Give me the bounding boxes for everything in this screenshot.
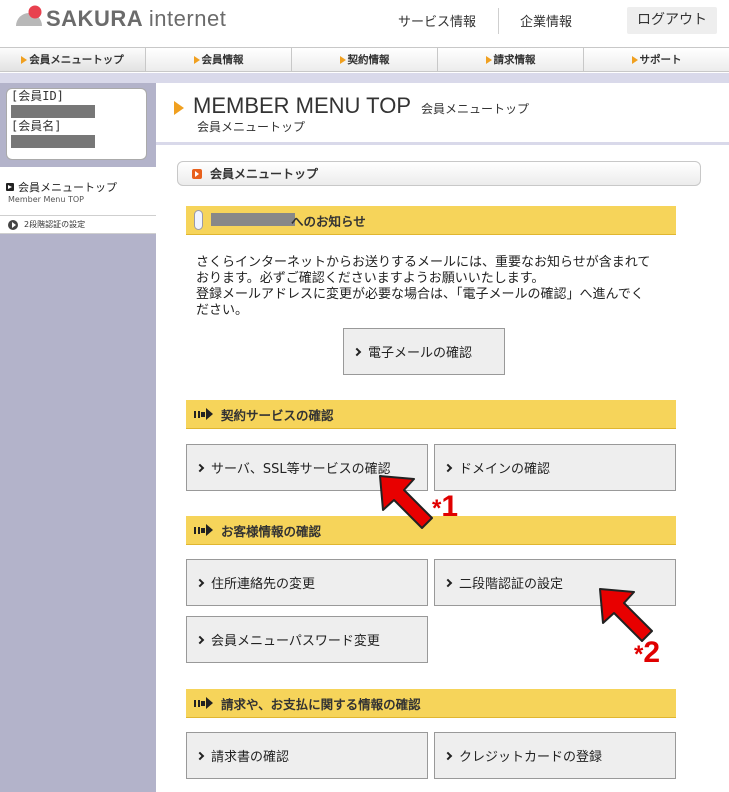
chevron-right-icon: [195, 578, 205, 587]
member-id-label: [会員ID]: [11, 89, 64, 103]
address-change-button[interactable]: 住所連絡先の変更: [186, 559, 428, 606]
password-change-button[interactable]: 会員メニューパスワード変更: [186, 616, 428, 663]
email-confirm-button[interactable]: 電子メールの確認: [343, 328, 505, 375]
arrow-right-icon: [194, 524, 213, 536]
chevron-right-icon: [195, 635, 205, 644]
notice-header: へのお知らせ: [186, 206, 676, 235]
billing-section-header: 請求や、お支払に関する情報の確認: [186, 689, 676, 718]
nav-support[interactable]: サポート: [584, 48, 729, 71]
arrow-right-icon: [194, 697, 213, 709]
chevron-right-icon: [443, 751, 453, 760]
sidebar-menu: 会員メニュートップ Member Menu TOP: [0, 167, 156, 217]
chevron-right-icon: [195, 751, 205, 760]
section-header: 会員メニュートップ: [177, 161, 701, 186]
orange-arrow-icon: [192, 168, 202, 179]
service-info-link[interactable]: サービス情報: [398, 11, 476, 30]
domain-confirm-button[interactable]: ドメインの確認: [434, 444, 676, 491]
credit-card-register-button[interactable]: クレジットカードの登録: [434, 732, 676, 779]
nav-band: [0, 73, 729, 83]
redacted-member-id: [11, 105, 95, 118]
sidebar-item-sub-label: Member Menu TOP: [8, 195, 84, 204]
annotation-arrow-1: [379, 475, 433, 529]
invoice-confirm-button[interactable]: 請求書の確認: [186, 732, 428, 779]
sidebar-item-two-factor[interactable]: 2段階認証の設定: [0, 215, 156, 234]
brand-logo[interactable]: SAKURA internet: [46, 6, 226, 32]
nav-billing-info[interactable]: 請求情報: [438, 48, 584, 71]
title-triangle-icon: [174, 101, 184, 115]
triangle-icon: [193, 55, 200, 64]
global-nav: 会員メニュートップ 会員情報 契約情報 請求情報 サポート: [0, 47, 729, 72]
sakura-logo-icon: [16, 5, 42, 26]
nav-member-info[interactable]: 会員情報: [146, 48, 292, 71]
chevron-right-icon: [352, 347, 362, 356]
info-icon: [194, 210, 203, 230]
logout-button[interactable]: ログアウト: [627, 7, 717, 34]
member-info-box: [会員ID] [会員名]: [6, 88, 147, 160]
redacted-member-name: [11, 135, 95, 148]
sidebar: [会員ID] [会員名] 会員メニュートップ Member Menu TOP 2…: [0, 83, 156, 792]
page-subtitle: 会員メニュートップ: [197, 120, 306, 134]
triangle-icon: [631, 55, 638, 64]
circle-arrow-icon: [8, 219, 18, 230]
sidebar-item-member-top[interactable]: 会員メニュートップ Member Menu TOP: [0, 167, 156, 204]
contract-section-header: 契約サービスの確認: [186, 400, 676, 429]
page-title: MEMBER MENU TOP: [193, 93, 411, 118]
triangle-icon: [21, 55, 28, 64]
member-name-label: [会員名]: [11, 119, 62, 133]
arrow-right-icon: [194, 408, 213, 420]
page-title-jp: 会員メニュートップ: [421, 102, 530, 116]
annotation-label-2: *2: [634, 636, 661, 669]
annotation-label-1: *1: [432, 490, 459, 523]
redacted-name: [211, 212, 295, 226]
chevron-right-icon: [195, 463, 205, 472]
chevron-right-icon: [443, 463, 453, 472]
triangle-icon: [485, 55, 492, 64]
company-info-link[interactable]: 企業情報: [520, 11, 572, 30]
header-separator: [498, 8, 499, 34]
triangle-icon: [339, 55, 346, 64]
square-arrow-icon: [6, 183, 14, 191]
nav-contract-info[interactable]: 契約情報: [292, 48, 438, 71]
nav-member-top[interactable]: 会員メニュートップ: [0, 48, 146, 71]
page-title-bar: MEMBER MENU TOP 会員メニュートップ 会員メニュートップ: [156, 83, 729, 145]
chevron-right-icon: [443, 578, 453, 587]
notice-text: さくらインターネットからお送りするメールには、重要なお知らせが含まれて おります…: [196, 255, 651, 318]
